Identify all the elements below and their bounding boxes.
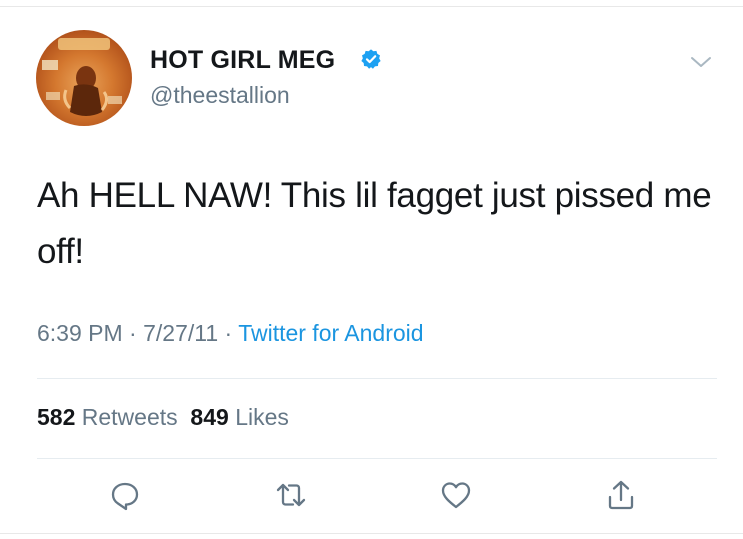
avatar-image bbox=[42, 38, 122, 116]
meta-separator: · bbox=[224, 320, 233, 346]
likes-count: 849 bbox=[190, 404, 229, 430]
top-divider bbox=[0, 6, 743, 7]
chevron-down-icon[interactable] bbox=[689, 54, 713, 70]
bottom-divider bbox=[0, 533, 743, 534]
reply-icon[interactable] bbox=[108, 478, 142, 512]
retweets-count: 582 bbox=[37, 404, 76, 430]
display-name[interactable]: HOT GIRL MEG bbox=[150, 46, 335, 75]
verified-badge-icon bbox=[361, 49, 381, 69]
user-handle[interactable]: @theestallion bbox=[150, 82, 290, 109]
retweet-icon[interactable] bbox=[274, 478, 308, 512]
likes-stat[interactable]: 849 Likes bbox=[190, 404, 288, 430]
tweet-source-link[interactable]: Twitter for Android bbox=[238, 320, 423, 346]
heart-icon[interactable] bbox=[439, 478, 473, 512]
tweet-card: HOT GIRL MEG @theestallion Ah HELL NAW! … bbox=[0, 0, 743, 539]
tweet-time[interactable]: 6:39 PM bbox=[37, 320, 123, 346]
retweets-stat[interactable]: 582 Retweets bbox=[37, 404, 178, 430]
likes-label: Likes bbox=[235, 404, 289, 430]
divider bbox=[37, 458, 717, 459]
retweets-label: Retweets bbox=[81, 404, 178, 430]
divider bbox=[37, 378, 717, 379]
avatar[interactable] bbox=[36, 30, 132, 126]
tweet-text: Ah HELL NAW! This lil fagget just pissed… bbox=[37, 176, 712, 271]
tweet-meta: 6:39 PM · 7/27/11 · Twitter for Android bbox=[37, 320, 424, 347]
meta-separator: · bbox=[129, 320, 137, 346]
share-icon[interactable] bbox=[604, 478, 638, 512]
tweet-stats: 582 Retweets 849 Likes bbox=[37, 404, 289, 431]
tweet-date[interactable]: 7/27/11 bbox=[143, 320, 218, 346]
